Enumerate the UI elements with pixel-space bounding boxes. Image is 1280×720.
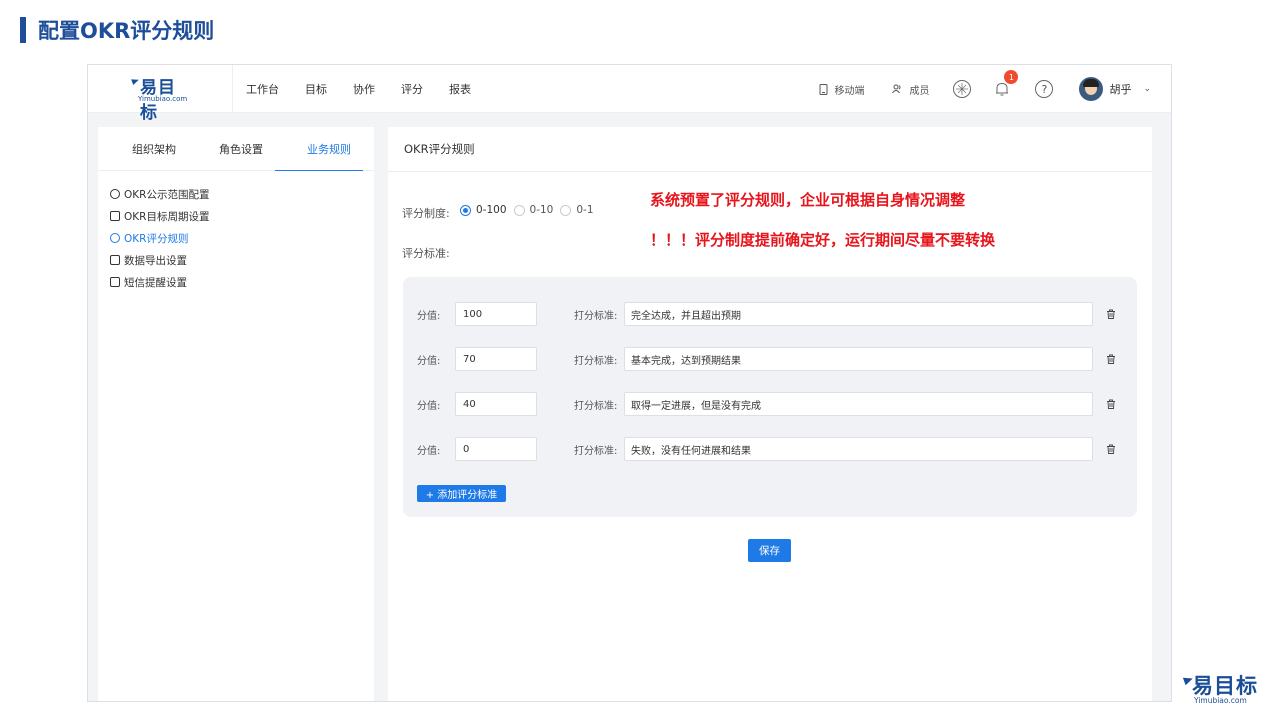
nav-scoring[interactable]: 评分 xyxy=(401,81,423,97)
divider xyxy=(232,65,233,113)
add-criterion-button[interactable]: + 添加评分标准 xyxy=(417,485,506,502)
sidebar-item-scoring-rules[interactable]: OKR评分规则 xyxy=(98,227,374,249)
trash-icon[interactable] xyxy=(1106,354,1116,364)
score-label: 分值: xyxy=(417,355,441,367)
radio-0-1[interactable]: 0-1 xyxy=(560,204,594,216)
radio-label: 0-100 xyxy=(476,204,507,216)
scoring-system-label: 评分制度: xyxy=(402,207,450,220)
criterion-label: 打分标准: xyxy=(574,310,618,322)
sidebar-item-sms[interactable]: 短信提醒设置 xyxy=(98,271,374,293)
nav-collaboration[interactable]: 协作 xyxy=(353,81,375,97)
sidebar-item-label: OKR公示范围配置 xyxy=(124,188,210,201)
logo-arrow-icon xyxy=(131,76,140,86)
avatar[interactable] xyxy=(1079,77,1104,101)
radio-dot-checked xyxy=(460,204,471,216)
trash-icon[interactable] xyxy=(1106,399,1116,409)
nav-workbench[interactable]: 工作台 xyxy=(246,81,279,97)
score-label: 分值: xyxy=(417,445,441,457)
radio-0-100[interactable]: 0-100 xyxy=(460,204,507,216)
members-button[interactable]: 成员 xyxy=(892,82,929,97)
chevron-down-icon[interactable]: ⌄ xyxy=(1143,84,1151,94)
save-button[interactable]: 保存 xyxy=(748,539,791,562)
radio-dot xyxy=(560,204,572,216)
main-nav: 工作台 目标 协作 评分 报表 xyxy=(246,65,497,113)
app-logo[interactable]: 易目标 Yimubiao.com xyxy=(131,75,192,123)
nav-reports[interactable]: 报表 xyxy=(449,81,471,97)
app-window: 易目标 Yimubiao.com 工作台 目标 协作 评分 报表 移动端 成员 xyxy=(87,64,1172,702)
badge-icon xyxy=(110,233,120,243)
criterion-row: 分值: 0 打分标准: 失败，没有任何进展和结果 xyxy=(417,437,1123,461)
criterion-row: 分值: 40 打分标准: 取得一定进展，但是没有完成 xyxy=(417,392,1123,416)
criterion-row: 分值: 70 打分标准: 基本完成，达到预期结果 xyxy=(417,347,1123,371)
toolbar-right: 移动端 成员 1 ? 胡乎 ⌄ xyxy=(791,65,1151,113)
radio-label: 0-10 xyxy=(529,204,554,216)
sidebar-item-label: 数据导出设置 xyxy=(124,254,187,267)
annotation-note-1: 系统预置了评分规则，企业可根据自身情况调整 xyxy=(650,191,966,209)
trash-icon[interactable] xyxy=(1106,309,1116,319)
score-input[interactable]: 70 xyxy=(455,347,537,371)
criteria-label: 评分标准: xyxy=(402,247,450,260)
slide-title: 配置OKR评分规则 xyxy=(20,16,214,44)
logo-name-en: Yimubiao.com xyxy=(138,95,188,103)
radio-label: 0-1 xyxy=(576,204,594,216)
criterion-label: 打分标准: xyxy=(574,355,618,367)
slide-title-text: 配置OKR评分规则 xyxy=(38,19,215,43)
score-input[interactable]: 40 xyxy=(455,392,537,416)
top-navigation-bar: 易目标 Yimubiao.com 工作台 目标 协作 评分 报表 移动端 成员 xyxy=(88,65,1171,123)
score-input[interactable]: 100 xyxy=(455,302,537,326)
tab-business-rules[interactable]: 业务规则 xyxy=(307,141,351,157)
settings-sidebar: 组织架构 角色设置 业务规则 OKR公示范围配置 OKR目标周期设置 OKR评分… xyxy=(98,127,374,701)
notification-badge: 1 xyxy=(1004,70,1019,84)
criterion-input[interactable]: 完全达成，并且超出预期 xyxy=(624,302,1093,326)
user-name[interactable]: 胡乎 xyxy=(1109,81,1131,97)
criterion-input[interactable]: 取得一定进展，但是没有完成 xyxy=(624,392,1093,416)
criterion-label: 打分标准: xyxy=(574,445,618,457)
mobile-icon xyxy=(819,83,828,95)
page-title: OKR评分规则 xyxy=(388,127,1152,172)
tab-role-settings[interactable]: 角色设置 xyxy=(219,141,263,157)
help-icon[interactable]: ? xyxy=(1035,80,1054,98)
export-icon xyxy=(110,255,120,265)
sidebar-item-export[interactable]: 数据导出设置 xyxy=(98,249,374,271)
logo-name-en: Yimubiao.com xyxy=(1194,696,1247,705)
mobile-label: 移动端 xyxy=(834,85,865,97)
annotation-note-2: ！！！评分制度提前确定好，运行期间尽量不要转换 xyxy=(650,231,996,249)
score-input[interactable]: 0 xyxy=(455,437,537,461)
notification-button[interactable]: 1 xyxy=(993,70,1019,98)
criterion-input[interactable]: 失败，没有任何进展和结果 xyxy=(624,437,1093,461)
score-label: 分值: xyxy=(417,310,441,322)
mobile-button[interactable]: 移动端 xyxy=(819,82,864,97)
criterion-input[interactable]: 基本完成，达到预期结果 xyxy=(624,347,1093,371)
sidebar-item-label: 短信提醒设置 xyxy=(124,276,187,289)
trash-icon[interactable] xyxy=(1106,444,1116,454)
radio-dot xyxy=(513,204,525,216)
shield-icon xyxy=(110,189,120,199)
compass-glyph xyxy=(956,83,969,95)
sidebar-item-cycle[interactable]: OKR目标周期设置 xyxy=(98,205,374,227)
avatar-hair xyxy=(1083,79,1100,87)
radio-0-10[interactable]: 0-10 xyxy=(513,204,554,216)
active-tab-indicator xyxy=(275,170,363,171)
criterion-label: 打分标准: xyxy=(574,400,618,412)
sidebar-tabs: 组织架构 角色设置 业务规则 xyxy=(98,127,374,171)
corner-brand-logo: 易目标 Yimubiao.com xyxy=(1182,670,1264,710)
main-panel: OKR评分规则 评分制度: 0-100 0-10 0-1 评分标准: 系统预置了… xyxy=(388,127,1152,701)
members-icon xyxy=(892,84,901,94)
sidebar-item-visibility[interactable]: OKR公示范围配置 xyxy=(98,183,374,205)
title-accent-bar xyxy=(20,17,26,43)
sidebar-item-label: OKR目标周期设置 xyxy=(124,210,210,223)
compass-icon[interactable] xyxy=(953,80,972,98)
tab-org-structure[interactable]: 组织架构 xyxy=(132,141,176,157)
document-icon xyxy=(110,277,120,287)
criterion-row: 分值: 100 打分标准: 完全达成，并且超出预期 xyxy=(417,302,1123,326)
score-label: 分值: xyxy=(417,400,441,412)
members-label: 成员 xyxy=(909,85,930,97)
sidebar-item-label: OKR评分规则 xyxy=(124,232,189,245)
scoring-system-radio-group: 0-100 0-10 0-1 xyxy=(460,204,601,216)
nav-goals[interactable]: 目标 xyxy=(305,81,327,97)
criteria-container: 分值: 100 打分标准: 完全达成，并且超出预期 分值: 70 打分标准: 基… xyxy=(403,277,1137,517)
calendar-icon xyxy=(110,211,120,221)
sidebar-menu: OKR公示范围配置 OKR目标周期设置 OKR评分规则 数据导出设置 短信提醒设… xyxy=(98,171,374,293)
